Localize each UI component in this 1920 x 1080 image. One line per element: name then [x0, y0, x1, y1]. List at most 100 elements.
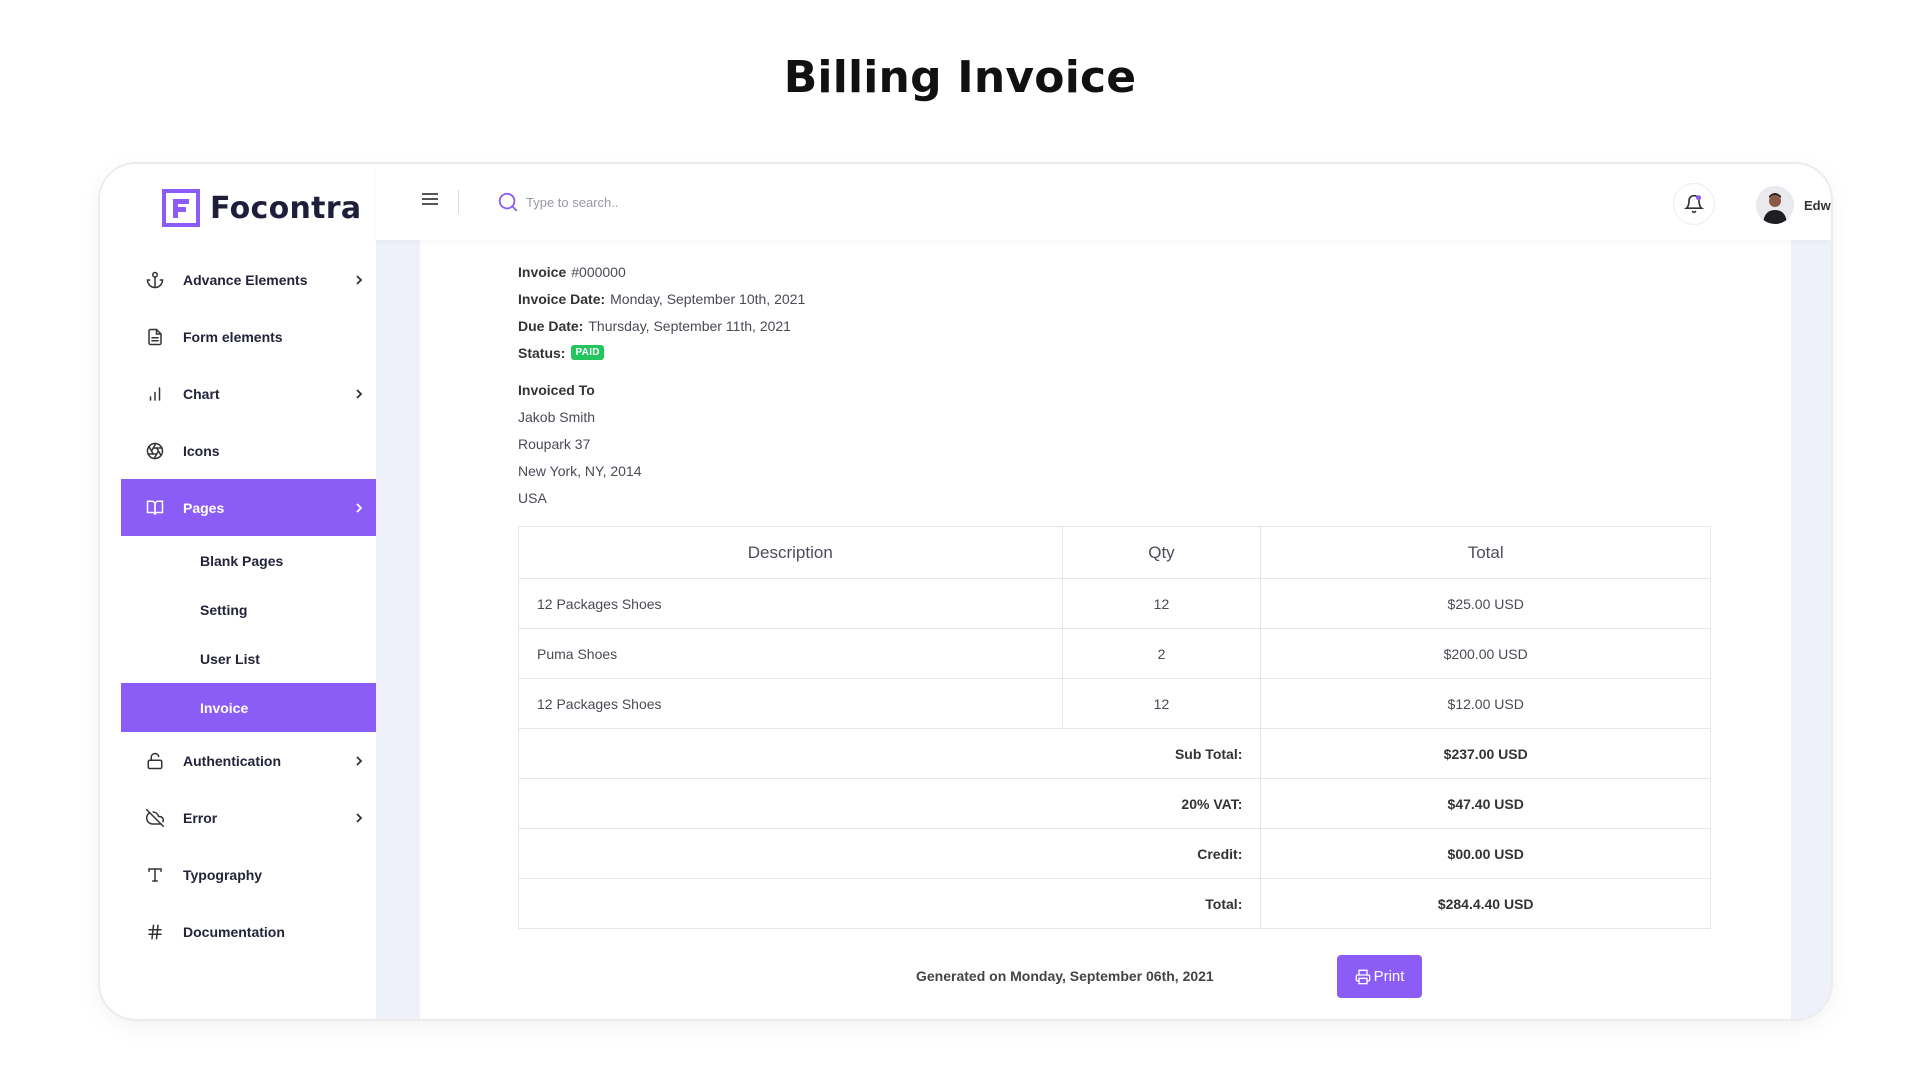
brand-name: Focontra — [210, 190, 362, 226]
sidebar-item-label: Pages — [183, 499, 225, 516]
invoice-meta: Invoice #000000 Invoice Date: Monday, Sept… — [518, 258, 805, 366]
sidebar-item-label: Authentication — [183, 752, 281, 769]
invoice-date-label: Invoice Date: — [518, 290, 606, 307]
table-header-row: Description Qty Total — [518, 526, 1711, 579]
sidebar-item-label: Documentation — [183, 923, 285, 940]
chevron-right-icon — [356, 755, 363, 766]
invoiced-to-heading: Invoiced To — [518, 381, 595, 398]
submenu-item-invoice[interactable]: Invoice — [121, 683, 376, 732]
column-header-description: Description — [518, 526, 1063, 579]
status-badge: PAID — [571, 345, 604, 360]
file-text-icon — [145, 327, 165, 347]
summary-label: Sub Total: — [517, 728, 1262, 779]
status-label: Status: — [518, 344, 566, 361]
table-row: 12 Packages Shoes 12 $12.00 USD — [518, 678, 1711, 729]
search-input[interactable] — [526, 189, 846, 215]
generated-on-text: Generated on Monday, September 06th, 202… — [916, 968, 1214, 984]
item-total: $25.00 USD — [1260, 578, 1711, 629]
app-window: Focontra Advance Elements Form elements — [100, 164, 1831, 1019]
sidebar-item-label: Typography — [183, 866, 263, 883]
due-date-label: Due Date: — [518, 317, 584, 334]
sidebar-item-label: Icons — [183, 442, 220, 459]
menu-toggle-icon[interactable] — [422, 193, 438, 207]
item-description: 12 Packages Shoes — [518, 578, 1063, 629]
bell-icon — [1684, 194, 1704, 214]
chevron-right-icon — [356, 274, 363, 285]
bar-chart-icon — [145, 384, 165, 404]
customer-name: Jakob Smith — [518, 408, 596, 425]
invoice-number-label: Invoice — [518, 263, 567, 280]
summary-row-credit: Credit: $00.00 USD — [517, 828, 1711, 879]
cloud-off-icon — [145, 808, 165, 828]
summary-value: $00.00 USD — [1260, 828, 1711, 879]
print-button-label: Print — [1373, 968, 1405, 985]
column-header-total: Total — [1260, 526, 1711, 579]
summary-label: Credit: — [517, 828, 1262, 879]
summary-row-subtotal: Sub Total: $237.00 USD — [517, 728, 1711, 779]
item-qty: 12 — [1061, 578, 1262, 629]
sidebar-item-authentication[interactable]: Authentication — [121, 732, 376, 789]
sidebar-item-chart[interactable]: Chart — [121, 365, 376, 422]
hash-icon — [145, 922, 165, 942]
unlock-icon — [145, 751, 165, 771]
sidebar-item-advance-elements[interactable]: Advance Elements — [121, 251, 376, 308]
print-button[interactable]: Print — [1337, 955, 1422, 998]
invoice-date: Monday, September 10th, 2021 — [610, 290, 806, 307]
type-icon — [145, 865, 165, 885]
sidebar: Focontra Advance Elements Form elements — [100, 164, 376, 1019]
sidebar-item-label: Form elements — [183, 328, 283, 345]
summary-row-total: Total: $284.4.40 USD — [517, 878, 1711, 929]
summary-value: $284.4.40 USD — [1260, 878, 1711, 929]
item-description: Puma Shoes — [518, 628, 1063, 679]
summary-label: Total: — [517, 878, 1262, 929]
summary-label: 20% VAT: — [517, 778, 1262, 829]
table-row: Puma Shoes 2 $200.00 USD — [518, 628, 1711, 679]
summary-value: $237.00 USD — [1260, 728, 1711, 779]
top-header: Edward — [376, 164, 1831, 240]
invoice-table: Description Qty Total 12 Packages Shoes … — [517, 526, 1711, 929]
sidebar-nav: Advance Elements Form elements Chart Ico… — [121, 251, 376, 960]
logo[interactable]: Focontra — [162, 188, 361, 228]
user-name: Edward — [1804, 197, 1831, 213]
sidebar-item-pages[interactable]: Pages — [121, 479, 376, 536]
sidebar-item-label: Error — [183, 809, 218, 826]
book-open-icon — [145, 498, 165, 518]
sidebar-item-error[interactable]: Error — [121, 789, 376, 846]
sidebar-item-typography[interactable]: Typography — [121, 846, 376, 903]
submenu-item-blank-pages[interactable]: Blank Pages — [121, 536, 376, 585]
avatar — [1756, 186, 1794, 224]
invoiced-to: Invoiced To Jakob Smith Roupark 37 New Y… — [518, 376, 642, 511]
sidebar-item-form-elements[interactable]: Form elements — [121, 308, 376, 365]
header-divider — [458, 190, 459, 214]
chevron-right-icon — [356, 388, 363, 399]
table-row: 12 Packages Shoes 12 $25.00 USD — [518, 578, 1711, 629]
chevron-right-icon — [356, 812, 363, 823]
chevron-right-icon — [356, 502, 363, 513]
item-qty: 12 — [1061, 678, 1262, 729]
notifications-button[interactable] — [1673, 183, 1715, 225]
summary-value: $47.40 USD — [1260, 778, 1711, 829]
search-icon[interactable] — [497, 191, 519, 213]
due-date: Thursday, September 11th, 2021 — [588, 317, 791, 334]
item-description: 12 Packages Shoes — [518, 678, 1063, 729]
anchor-icon — [145, 270, 165, 290]
sidebar-item-documentation[interactable]: Documentation — [121, 903, 376, 960]
printer-icon — [1355, 969, 1370, 984]
column-header-qty: Qty — [1061, 526, 1262, 579]
invoice-card: Invoice #000000 Invoice Date: Monday, Sept… — [420, 240, 1791, 1019]
aperture-icon — [145, 441, 165, 461]
sidebar-item-label: Advance Elements — [183, 271, 308, 288]
submenu-item-user-list[interactable]: User List — [121, 634, 376, 683]
user-menu[interactable]: Edward — [1756, 186, 1831, 224]
item-total: $200.00 USD — [1260, 628, 1711, 679]
item-qty: 2 — [1061, 628, 1262, 679]
customer-country: USA — [518, 489, 547, 506]
submenu-item-setting[interactable]: Setting — [121, 585, 376, 634]
item-total: $12.00 USD — [1260, 678, 1711, 729]
summary-row-vat: 20% VAT: $47.40 USD — [517, 778, 1711, 829]
invoice-footer: Generated on Monday, September 06th, 202… — [420, 955, 1791, 999]
logo-mark-icon — [162, 189, 200, 227]
invoice-number: #000000 — [571, 263, 626, 280]
sidebar-item-icons[interactable]: Icons — [121, 422, 376, 479]
customer-street: Roupark 37 — [518, 435, 591, 452]
